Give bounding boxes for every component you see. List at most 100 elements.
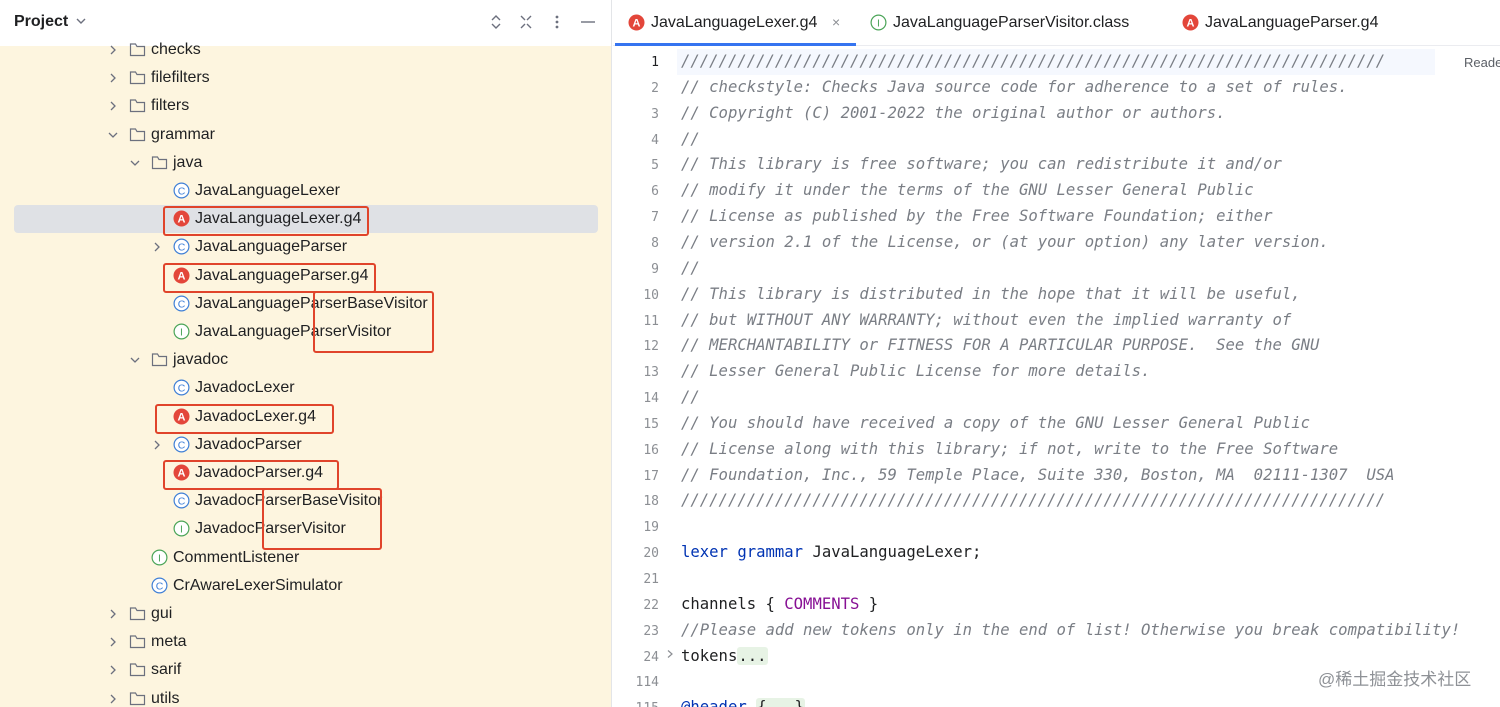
class-icon: C [173,379,190,396]
line-number: 18 [643,494,659,510]
tab-javalanguageparser-g4[interactable]: A JavaLanguageParser.g4 [1168,0,1398,46]
line-number: 19 [643,520,659,536]
line-number: 6 [651,184,659,200]
folder-icon [129,663,146,677]
fold-chevron-icon[interactable] [665,649,675,659]
folded-region[interactable]: ... [737,646,768,665]
tree-item-javalanguageparserbasevisitor[interactable]: C JavaLanguageParserBaseVisitor [0,290,611,318]
svg-text:I: I [877,18,880,30]
channels-keyword: channels { [681,594,785,613]
keyword-grammar: grammar [737,543,804,562]
folded-region[interactable]: {...} [756,698,806,707]
line-number: 114 [635,675,659,691]
code-line-13: // Lesser General Public License for mor… [681,360,1150,382]
chevron-right-icon[interactable] [107,693,119,705]
svg-text:A: A [633,18,641,30]
chevron-right-icon[interactable] [107,636,119,648]
expand-collapse-icon[interactable] [487,13,505,31]
tree-item-javadoclexer[interactable]: C JavadocLexer [0,374,611,402]
tree-item-javadoc[interactable]: javadoc [0,346,611,374]
code-line-1: ////////////////////////////////////////… [681,50,1385,72]
svg-text:C: C [178,383,186,395]
line-number: 16 [643,442,659,458]
channels-close: } [859,594,879,613]
tree-item-gui[interactable]: gui [0,600,611,628]
line-number: 21 [643,572,659,587]
tree-item-meta[interactable]: meta [0,628,611,656]
class-icon: C [173,238,190,255]
line-number: 1 [651,55,659,70]
tab-label: JavaLanguageLexer.g4 [651,14,818,31]
comment-text: // This library is free software; you ca… [681,155,1282,174]
antlr-icon: A [1182,14,1199,31]
code-line-2: // checkstyle: Checks Java source code f… [681,76,1348,98]
comment-text: // [681,129,700,148]
comment-text: // [681,388,700,407]
tree-item-javalanguageparservisitor[interactable]: I JavaLanguageParserVisitor [0,318,611,346]
interface-icon: I [173,520,190,537]
close-tab-icon[interactable]: × [832,14,840,30]
tree-item-javalanguagelexer[interactable]: C JavaLanguageLexer [0,177,611,205]
code-line-14: // [681,386,700,408]
code-line-8: // version 2.1 of the License, or (at yo… [681,231,1329,253]
chevron-down-icon[interactable] [107,129,119,141]
svg-text:C: C [178,298,186,310]
tree-item-filefilters[interactable]: filefilters [0,64,611,92]
hide-panel-icon[interactable] [579,13,597,31]
chevron-right-icon[interactable] [107,72,119,84]
tree-item-grammar[interactable]: grammar [0,121,611,149]
code-line-24: tokens... [681,645,768,667]
tree-item-label: CrAwareLexerSimulator [173,576,343,594]
code-line-12: // MERCHANTABILITY or FITNESS FOR A PART… [681,334,1319,356]
comment-text: // License as published by the Free Soft… [681,207,1273,226]
class-icon: C [173,436,190,453]
reader-mode-toggle[interactable]: Reade [1464,55,1500,70]
code-line-6: // modify it under the terms of the GNU … [681,179,1254,201]
chevron-right-icon[interactable] [107,608,119,620]
chevron-down-icon[interactable] [129,157,141,169]
chevron-right-icon[interactable] [151,241,163,253]
svg-text:C: C [178,439,186,451]
chevron-right-icon[interactable] [107,44,119,56]
folder-icon [129,71,146,85]
tree-item-checks[interactable]: checks [0,36,611,64]
comment-text: // You should have received a copy of th… [681,413,1311,432]
watermark: @稀土掘金技术社区 [1318,670,1472,689]
code-line-17: // Foundation, Inc., 59 Temple Place, Su… [681,464,1395,486]
folder-icon [129,99,146,113]
annotation-highlight-box [163,460,339,490]
tree-item-label: filters [151,97,190,115]
line-number: 5 [651,158,659,174]
code-line-4: // [681,128,700,150]
folder-icon [129,607,146,621]
chevron-down-icon[interactable] [129,354,141,366]
tree-item-label: grammar [151,125,216,143]
ide-window: Project checks filefilters filters grammar j… [0,0,1500,707]
tree-item-crawarelexersimulator[interactable]: C CrAwareLexerSimulator [0,572,611,600]
tree-item-filters[interactable]: filters [0,92,611,120]
tree-item-javadocparser[interactable]: C JavadocParser [0,431,611,459]
tree-item-java[interactable]: java [0,149,611,177]
folder-icon [151,353,168,367]
collapse-all-icon[interactable] [517,13,535,31]
tree-item-sarif[interactable]: sarif [0,656,611,684]
chevron-right-icon[interactable] [107,100,119,112]
tree-item-label: sarif [151,661,182,679]
chevron-right-icon[interactable] [151,439,163,451]
tree-item-label: JavaLanguageLexer [195,182,341,199]
chevron-down-icon[interactable] [75,15,87,27]
line-number: 4 [651,132,659,148]
tree-item-javalanguageparser[interactable]: C JavaLanguageParser [0,233,611,261]
project-title[interactable]: Project [14,13,68,31]
line-number: 15 [643,416,659,432]
chevron-right-icon[interactable] [107,664,119,676]
editor-tabs: A JavaLanguageLexer.g4 × I JavaLanguageP… [613,0,1500,46]
tree-item-utils[interactable]: utils [0,685,611,707]
tab-javalanguagelexer-g4[interactable]: A JavaLanguageLexer.g4 × [613,0,856,46]
code-line-20: lexer grammar JavaLanguageLexer; [681,541,981,563]
tree-item-label: java [173,153,203,171]
code-line-18: ////////////////////////////////////////… [681,489,1385,511]
tab-javalanguageparservisitor-class[interactable]: I JavaLanguageParserVisitor.class [856,0,1146,46]
tree-item-label: CommentListener [173,548,300,566]
more-options-icon[interactable] [548,13,566,31]
